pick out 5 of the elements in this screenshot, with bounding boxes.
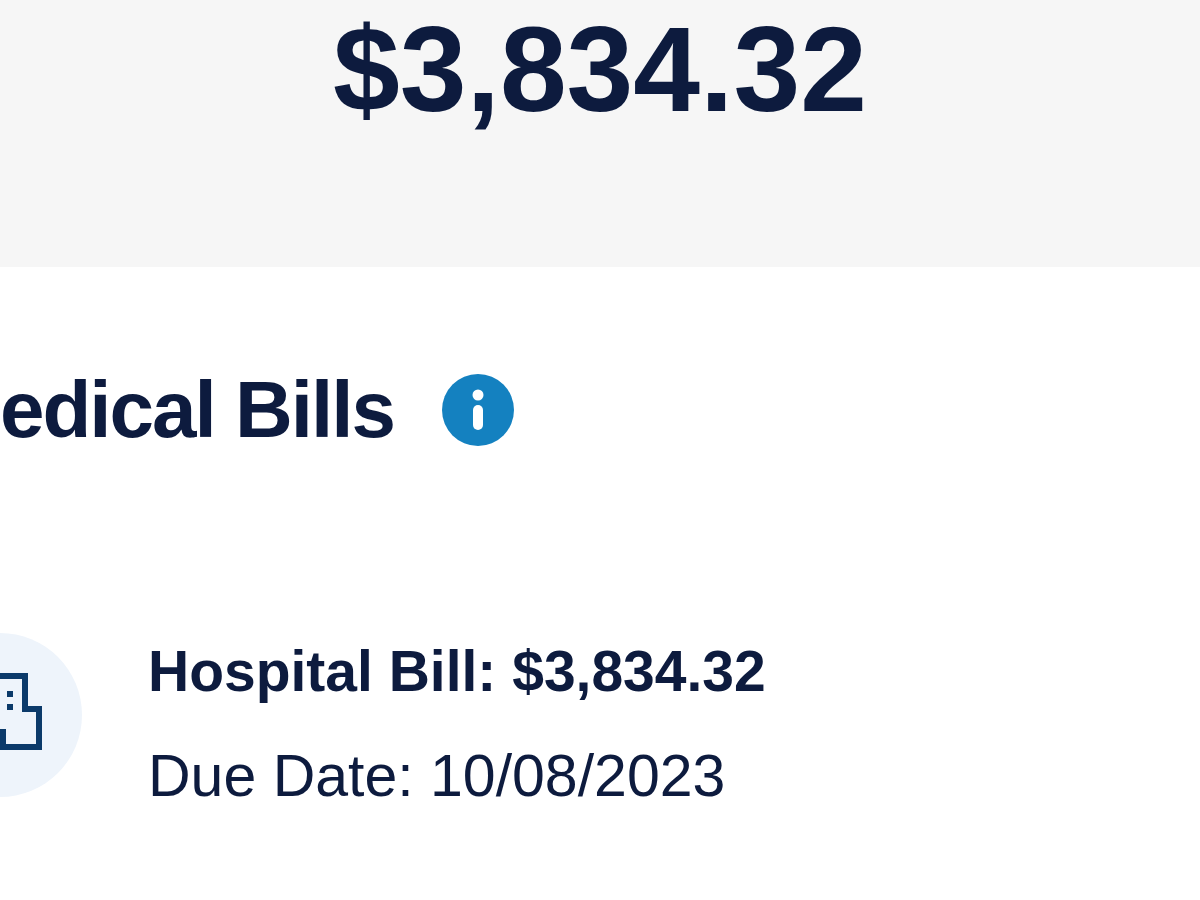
bill-title: Hospital Bill: $3,834.32 [148, 638, 766, 705]
section-title: edical Bills [0, 364, 394, 456]
due-date: Due Date: 10/08/2023 [148, 742, 726, 810]
info-icon[interactable] [441, 374, 514, 446]
balance-amount: $3,834.32 [333, 1, 867, 138]
